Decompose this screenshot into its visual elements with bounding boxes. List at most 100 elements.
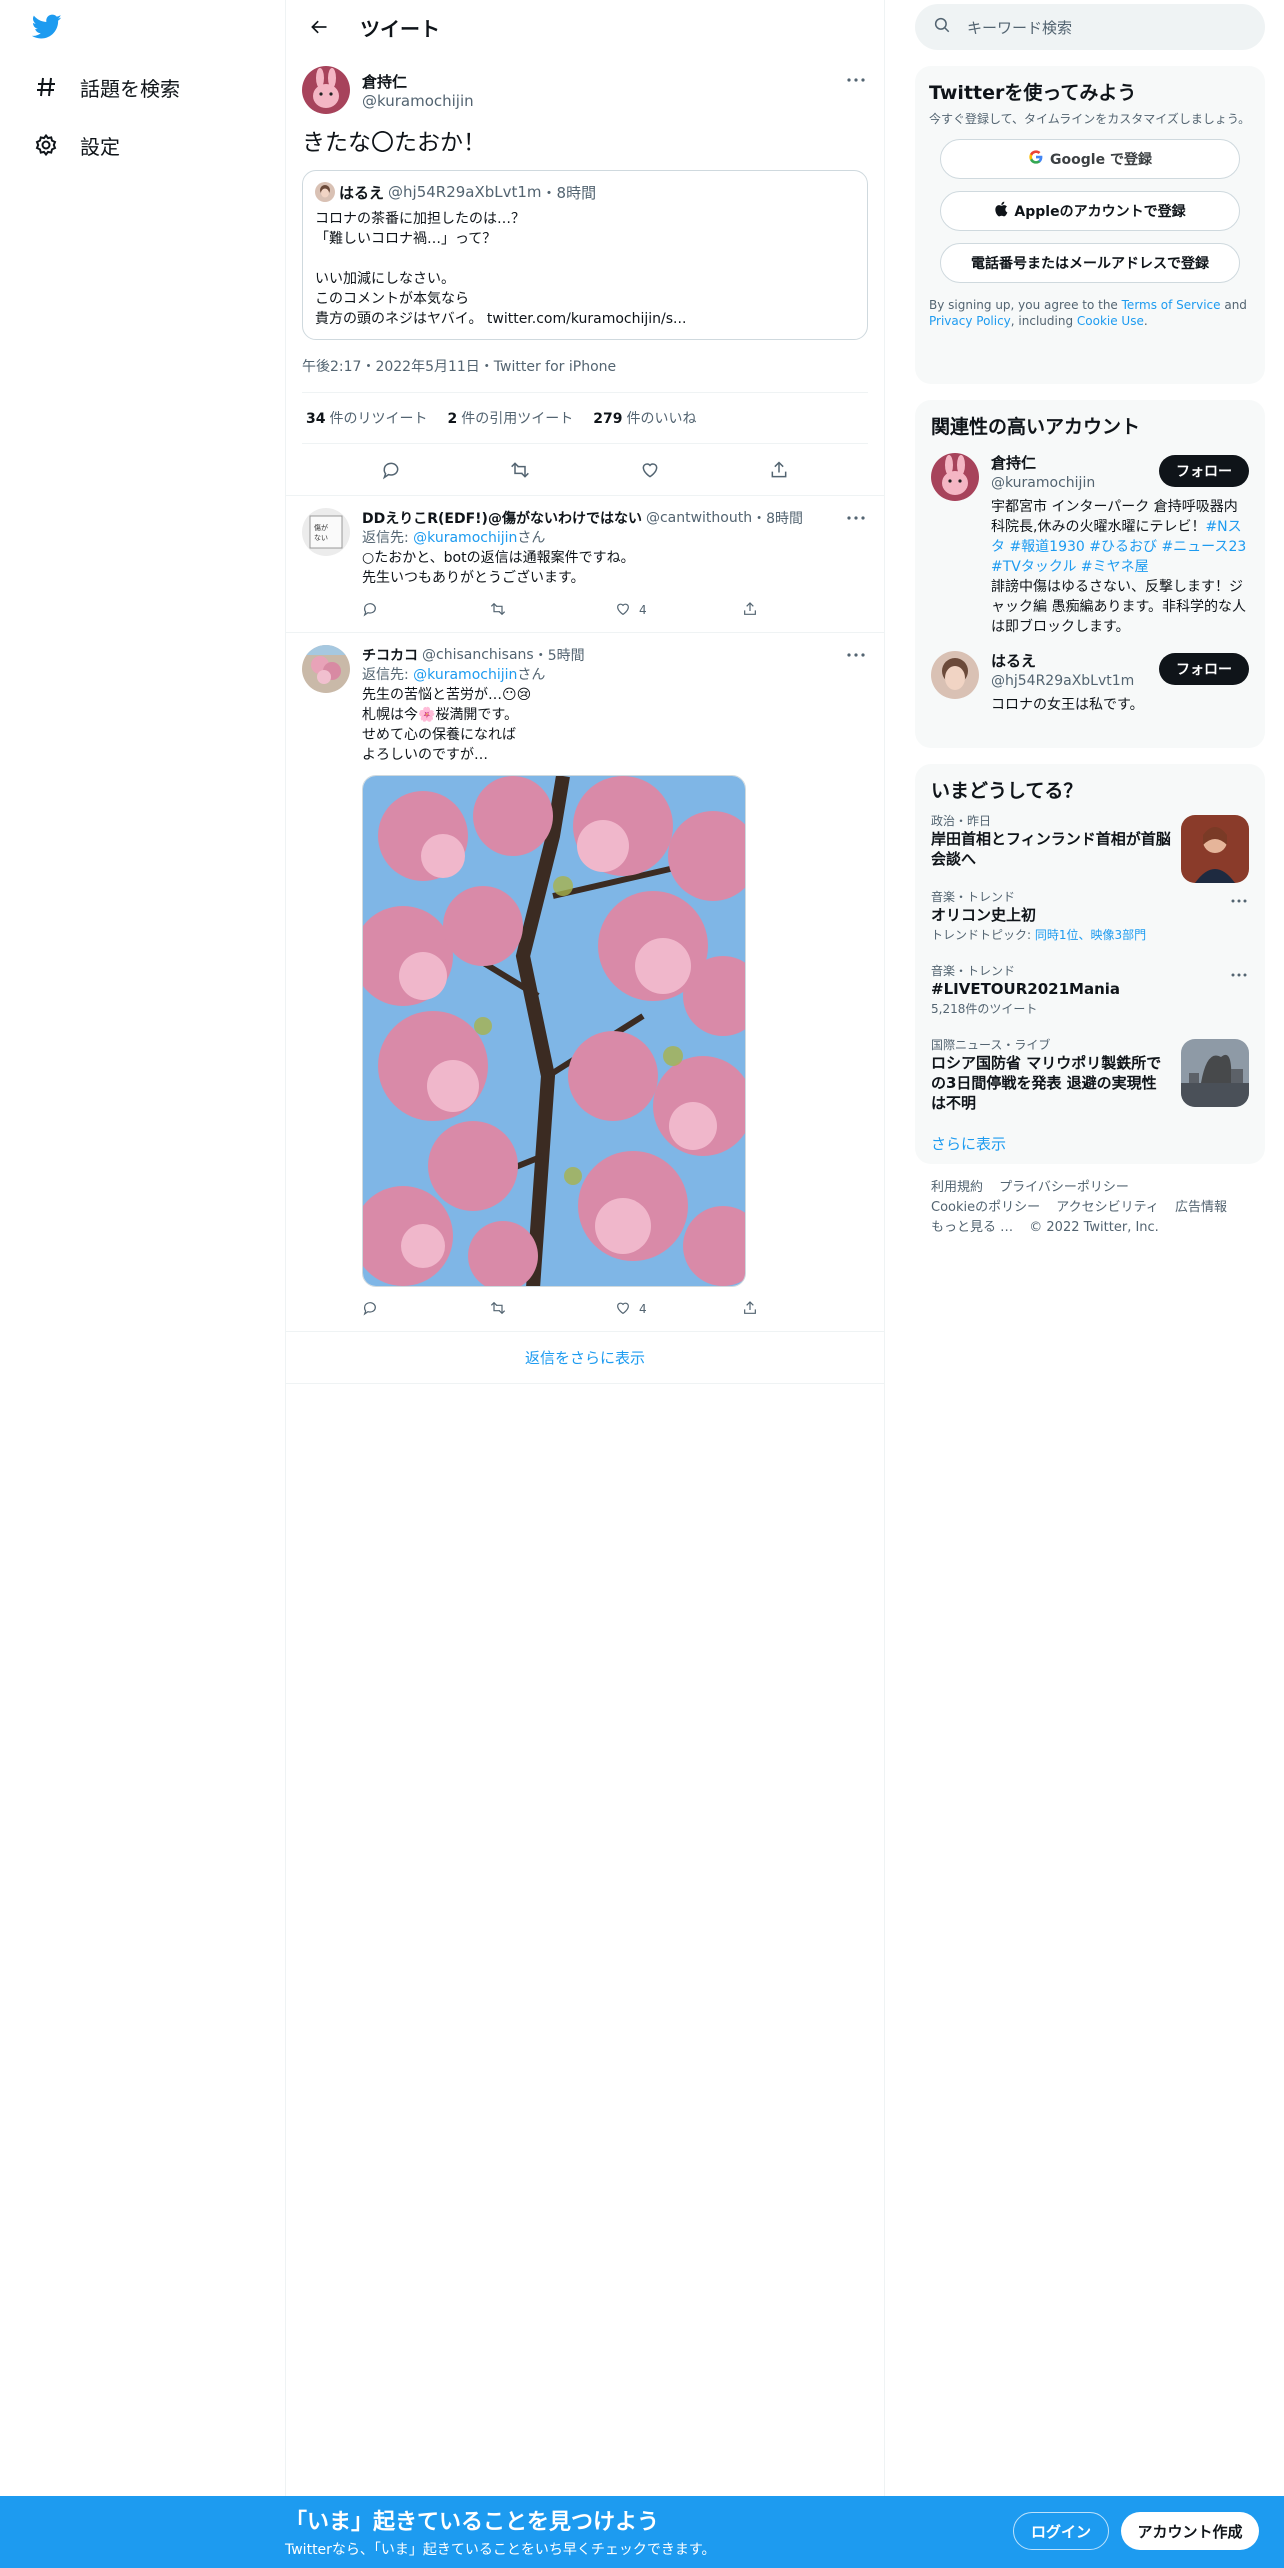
trend-item[interactable]: 国際ニュース・ライブ ロシア国防省 マリウポリ製鉄所での3日間停戦を発表 退避の… <box>915 1027 1265 1123</box>
more-icon[interactable] <box>1229 965 1249 985</box>
privacy-link[interactable]: Privacy Policy <box>929 314 1011 328</box>
reply-display-name[interactable]: DDえりこR(EDF!)@傷がないわけではない <box>362 508 642 528</box>
footer-link[interactable]: プライバシーポリシー <box>999 1180 1129 1195</box>
quote-text-line: 貴方の頭のネジはヤバイ。 twitter.com/kuramochijin/s.… <box>315 311 687 327</box>
footer-link[interactable]: Cookieのポリシー <box>931 1200 1040 1215</box>
like-count: 279 <box>593 411 623 427</box>
trend-tweet-count: 5,218件のツイート <box>931 1002 1038 1016</box>
related-accounts-card: 関連性の高いアカウント 倉持仁 @kuramochijin 宇都宮市 インターパ… <box>915 400 1265 748</box>
tweet-actions <box>286 444 884 496</box>
reply-tweet[interactable]: 傷がない DDえりこR(EDF!)@傷がないわけではない @cantwithou… <box>286 496 884 633</box>
trend-topic-link[interactable]: 同時1位、映像3部門 <box>1035 928 1146 942</box>
svg-text:ない: ない <box>314 534 328 542</box>
reply-handle[interactable]: @chisanchisans <box>422 647 534 663</box>
retweet-stat[interactable]: 34 件のリツイート <box>306 408 427 428</box>
follow-button[interactable]: フォロー <box>1159 653 1249 685</box>
twitter-bird-icon[interactable] <box>31 14 66 44</box>
reply-button[interactable] <box>362 601 489 620</box>
follow-button[interactable]: フォロー <box>1159 455 1249 487</box>
share-button[interactable] <box>742 601 869 620</box>
tweet-author: 倉持仁 @kuramochijin <box>302 64 868 116</box>
trends-title: いまどうしてる？ <box>931 780 1083 802</box>
app-root: 話題を検索 設定 ツイート 倉持仁 @kuramochijin きたな〇たおか！… <box>0 0 1284 2568</box>
avatar[interactable]: 傷が ない <box>302 508 350 556</box>
more-icon[interactable] <box>844 506 868 530</box>
nav-item-explore[interactable]: 話題を検索 <box>32 67 180 107</box>
search-placeholder: キーワード検索 <box>967 18 1073 37</box>
reply-to-suffix: さん <box>517 667 546 683</box>
reply-button[interactable] <box>362 1300 489 1319</box>
login-button[interactable]: ログイン <box>1013 2512 1109 2550</box>
retweet-label: 件のリツイート <box>329 411 428 427</box>
gear-icon <box>32 131 60 159</box>
quote-stat[interactable]: 2 件の引用ツイート <box>447 408 573 428</box>
attached-photo[interactable] <box>362 775 746 1287</box>
quote-label: 件の引用ツイート <box>461 411 574 427</box>
bio-text: 宇都宮市 インターパーク 倉持呼吸器内科院長,休みの火曜水曜にテレビ！ <box>991 499 1238 535</box>
handle[interactable]: @kuramochijin <box>362 92 474 110</box>
avatar[interactable] <box>931 453 979 501</box>
share-icon[interactable] <box>767 458 791 482</box>
like-button[interactable]: 4 <box>615 601 742 620</box>
google-signup-button[interactable]: Google で登録 <box>940 139 1240 179</box>
signup-title: Twitterを使ってみよう <box>929 82 1137 104</box>
reply-display-name[interactable]: チコカコ <box>362 645 418 665</box>
reply-time[interactable]: ・5時間 <box>534 645 585 665</box>
footer-link[interactable]: 利用規約 <box>931 1180 983 1195</box>
avatar[interactable] <box>302 66 350 114</box>
share-button[interactable] <box>742 1300 869 1319</box>
avatar[interactable] <box>931 651 979 699</box>
reply-text-line: せめて心の保養になれば <box>362 727 516 743</box>
retweet-button[interactable] <box>489 1300 616 1319</box>
avatar[interactable] <box>302 645 350 693</box>
reply-to-mention[interactable]: @kuramochijin <box>413 530 517 546</box>
reply-to-mention[interactable]: @kuramochijin <box>413 667 517 683</box>
reply-actions: 4 <box>362 1299 868 1319</box>
footer-link[interactable]: アクセシビリティ <box>1056 1200 1159 1215</box>
legal-text: , including <box>1010 314 1077 328</box>
terms-link[interactable]: Terms of Service <box>1122 298 1221 312</box>
trend-item[interactable]: 音楽・トレンド オリコン史上初 トレンドトピック: 同時1位、映像3部門 <box>915 879 1265 953</box>
trend-thumbnail <box>1181 815 1249 883</box>
like-stat[interactable]: 279 件のいいね <box>593 408 696 428</box>
account-item[interactable]: 倉持仁 @kuramochijin 宇都宮市 インターパーク 倉持呼吸器内科院長… <box>931 453 1249 637</box>
footer-more-link[interactable]: もっと見る … <box>931 1220 1013 1235</box>
apple-icon <box>994 201 1008 221</box>
retweet-button[interactable] <box>489 601 616 620</box>
footer-link[interactable]: 広告情報 <box>1175 1200 1227 1215</box>
reply-handle[interactable]: @cantwithouth <box>646 510 752 526</box>
tweet-timestamp[interactable]: 午後2:17・2022年5月11日・Twitter for iPhone <box>302 356 868 376</box>
nav-item-settings[interactable]: 設定 <box>32 125 120 165</box>
like-count: 4 <box>639 1302 647 1316</box>
create-account-button[interactable]: アカウント作成 <box>1121 2512 1259 2550</box>
quote-text-line: 「難しいコロナ禍…」って？ <box>315 231 497 247</box>
show-more-replies-link[interactable]: 返信をさらに表示 <box>286 1332 884 1384</box>
trend-item[interactable]: 音楽・トレンド #LIVETOUR2021Mania 5,218件のツイート <box>915 953 1265 1027</box>
svg-text:傷が: 傷が <box>314 523 328 532</box>
reply-text-line: ○たおかと、botの返信は通報案件ですね。 <box>362 550 635 566</box>
trend-item[interactable]: 政治・昨日 岸田首相とフィンランド首相が首脳会談へ <box>915 803 1265 883</box>
back-arrow-icon[interactable] <box>302 10 336 44</box>
reply-time[interactable]: ・8時間 <box>752 508 803 528</box>
retweet-icon[interactable] <box>508 458 532 482</box>
quote-tweet[interactable]: はるえ @hj54R29aXbLvt1m ・8時間 コロナの茶番に加担したのは…… <box>302 170 868 340</box>
more-icon[interactable] <box>844 68 868 92</box>
more-icon[interactable] <box>1229 891 1249 911</box>
reply-icon[interactable] <box>379 458 403 482</box>
reply-tweet[interactable]: チコカコ @chisanchisans ・5時間 返信先: @kuramochi… <box>286 633 884 1332</box>
search-input[interactable]: キーワード検索 <box>915 4 1265 50</box>
like-button[interactable]: 4 <box>615 1300 742 1319</box>
display-name[interactable]: 倉持仁 <box>362 71 474 92</box>
like-icon[interactable] <box>638 458 662 482</box>
show-more-trends-link[interactable]: さらに表示 <box>915 1123 1265 1164</box>
main-header: ツイート <box>286 0 884 54</box>
signup-card: Twitterを使ってみよう 今すぐ登録して、タイムラインをカスタマイズしましょ… <box>915 66 1265 384</box>
trend-title: ロシア国防省 マリウポリ製鉄所での3日間停戦を発表 退避の実現性は不明 <box>931 1054 1162 1112</box>
phone-email-signup-button[interactable]: 電話番号またはメールアドレスで登録 <box>940 243 1240 283</box>
quote-text-line: いい加減にしなさい。 <box>315 271 455 287</box>
apple-signup-button[interactable]: Appleのアカウントで登録 <box>940 191 1240 231</box>
account-item[interactable]: はるえ @hj54R29aXbLvt1m コロナの女王は私です。 フォロー <box>931 651 1249 715</box>
cookie-link[interactable]: Cookie Use <box>1077 314 1144 328</box>
more-icon[interactable] <box>844 643 868 667</box>
banner-title: 「いま」起きていることを見つけよう <box>285 2510 660 2535</box>
